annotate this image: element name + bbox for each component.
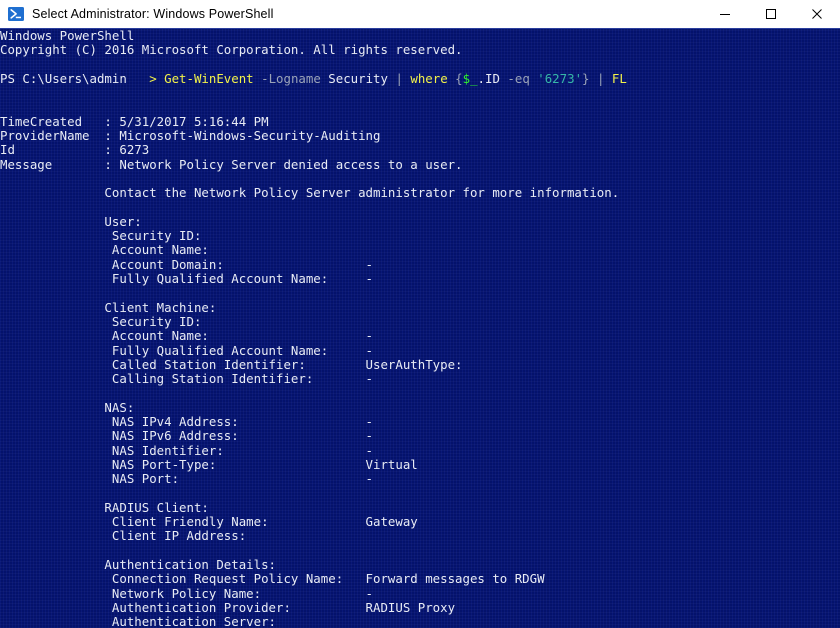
console-output-area[interactable]: Windows PowerShellCopyright (C) 2016 Mic… — [0, 29, 840, 628]
command-token — [590, 71, 597, 86]
console-banner-line: Copyright (C) 2016 Microsoft Corporation… — [0, 43, 840, 57]
command-token: -eq — [507, 71, 529, 86]
command-token: '6273' — [537, 71, 582, 86]
command-token: .ID — [478, 71, 500, 86]
event-detail-row: Security ID: — [0, 229, 840, 243]
maximize-button[interactable] — [748, 0, 794, 28]
event-field-line: ProviderName : Microsoft-Windows-Securit… — [0, 129, 840, 143]
window-controls — [702, 0, 840, 28]
event-detail-row: Account Domain: - — [0, 258, 840, 272]
prompt-path: PS C:\Users\admin — [0, 71, 149, 86]
event-field-line: Message : Network Policy Server denied a… — [0, 158, 840, 172]
console-prompt-line: PS C:\Users\admin > Get-WinEvent -Lognam… — [0, 72, 840, 86]
command-token: { — [455, 71, 462, 86]
command-token: FL — [612, 71, 627, 86]
event-detail-row: Security ID: — [0, 315, 840, 329]
event-section-heading: RADIUS Client: — [0, 501, 840, 515]
event-field-line: Id : 6273 — [0, 143, 840, 157]
event-detail-row: Fully Qualified Account Name: - — [0, 344, 840, 358]
close-button[interactable] — [794, 0, 840, 28]
event-detail-row: Authentication Server: — [0, 615, 840, 628]
console-blank-line — [0, 386, 840, 400]
console-blank-line — [0, 58, 840, 72]
event-detail-row: Client IP Address: — [0, 529, 840, 543]
event-section-heading: User: — [0, 215, 840, 229]
event-detail-row: NAS IPv4 Address: - — [0, 415, 840, 429]
command-token: $_ — [463, 71, 478, 86]
event-detail-row: Calling Station Identifier: - — [0, 372, 840, 386]
event-detail-row: Account Name: - — [0, 329, 840, 343]
command-token: where — [410, 71, 447, 86]
console-blank-line — [0, 201, 840, 215]
powershell-icon — [8, 6, 24, 22]
event-detail-row: Network Policy Name: - — [0, 587, 840, 601]
window-titlebar[interactable]: Select Administrator: Windows PowerShell — [0, 0, 840, 29]
event-detail-row: Called Station Identifier: UserAuthType: — [0, 358, 840, 372]
event-section-heading: Client Machine: — [0, 301, 840, 315]
event-detail-row: Client Friendly Name: Gateway — [0, 515, 840, 529]
console-blank-line — [0, 100, 840, 114]
console-banner-line: Windows PowerShell — [0, 29, 840, 43]
event-field-line: TimeCreated : 5/31/2017 5:16:44 PM — [0, 115, 840, 129]
minimize-button[interactable] — [702, 0, 748, 28]
event-detail-row: Connection Request Policy Name: Forward … — [0, 572, 840, 586]
command-token — [254, 71, 261, 86]
event-contact-line: Contact the Network Policy Server admini… — [0, 186, 840, 200]
console-blank-line — [0, 544, 840, 558]
event-detail-row: NAS IPv6 Address: - — [0, 429, 840, 443]
window-title: Select Administrator: Windows PowerShell — [32, 7, 702, 21]
event-section-heading: NAS: — [0, 401, 840, 415]
command-token: } — [582, 71, 589, 86]
prompt-caret: > — [149, 71, 164, 86]
console-blank-line — [0, 487, 840, 501]
event-detail-row: Authentication Provider: RADIUS Proxy — [0, 601, 840, 615]
console-blank-line — [0, 86, 840, 100]
event-detail-row: NAS Port-Type: Virtual — [0, 458, 840, 472]
event-detail-row: NAS Identifier: - — [0, 444, 840, 458]
command-token: Get-WinEvent — [164, 71, 254, 86]
event-detail-row: Fully Qualified Account Name: - — [0, 272, 840, 286]
command-token: Security — [328, 71, 388, 86]
console-blank-line — [0, 286, 840, 300]
console-blank-line — [0, 172, 840, 186]
event-section-heading: Authentication Details: — [0, 558, 840, 572]
powershell-window: Select Administrator: Windows PowerShell… — [0, 0, 840, 628]
console-text-buffer: Windows PowerShellCopyright (C) 2016 Mic… — [0, 29, 840, 628]
event-detail-row: Account Name: — [0, 243, 840, 257]
event-detail-row: NAS Port: - — [0, 472, 840, 486]
command-token — [604, 71, 611, 86]
command-token: | — [395, 71, 402, 86]
command-token: -Logname — [261, 71, 321, 86]
